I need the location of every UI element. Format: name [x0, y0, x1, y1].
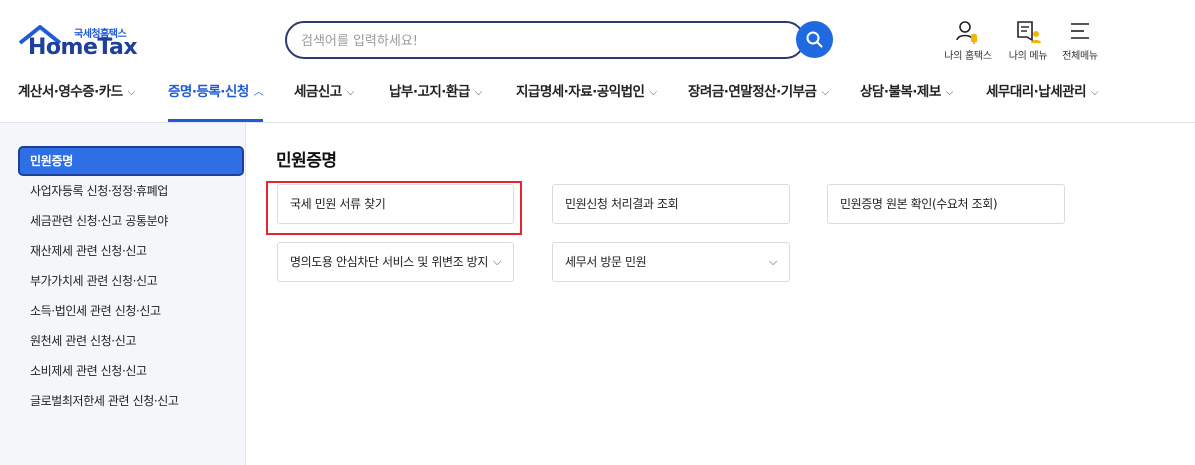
card-original-verify[interactable]: 민원증명 원본 확인(수요처 조회)	[827, 184, 1065, 224]
chevron-down-icon: ⌵	[346, 87, 355, 98]
card-label: 민원증명 원본 확인(수요처 조회)	[840, 197, 998, 211]
chevron-down-icon: ⌵	[945, 87, 954, 98]
full-menu-button[interactable]: 전체메뉴	[1050, 20, 1110, 62]
hometax-logo[interactable]: 국세청홈택스 HomeTax	[18, 23, 138, 63]
highlight-box	[266, 181, 522, 235]
card-label: 민원신청 처리결과 조회	[565, 197, 679, 211]
sidebar-item-vat[interactable]: 부가가치세 관련 신청·신고	[30, 272, 158, 289]
chevron-down-icon: ⌵	[127, 87, 136, 98]
gnb-label: 증명·등록·신청	[168, 84, 249, 100]
logo-title: HomeTax	[28, 35, 138, 60]
hamburger-menu-icon	[1071, 23, 1089, 39]
gnb-item-payment-statement[interactable]: 지급명세·자료·공익법인 ⌵	[516, 78, 657, 122]
card-label: 세무서 방문 민원	[565, 255, 647, 269]
card-result-inquiry[interactable]: 민원신청 처리결과 조회	[552, 184, 790, 224]
card-label: 명의도용 안심차단 서비스 및 위변조 방지	[290, 255, 488, 269]
sidebar-item-global-minimum[interactable]: 글로벌최저한세 관련 신청·신고	[30, 392, 179, 409]
chevron-down-icon: ⌵	[821, 87, 829, 98]
full-menu-label: 전체메뉴	[1062, 51, 1098, 62]
sidebar-item-withholding[interactable]: 원천세 관련 신청·신고	[30, 332, 136, 349]
my-menu-label: 나의 메뉴	[1008, 51, 1048, 62]
my-menu-icon	[1017, 21, 1041, 43]
chevron-down-icon: ⌵	[1091, 87, 1099, 98]
gnb-label: 세금신고	[294, 84, 342, 100]
gnb-item-consult[interactable]: 상담·불복·제보 ⌵	[860, 78, 953, 122]
sidebar-item-property-tax[interactable]: 재산제세 관련 신청·신고	[30, 242, 147, 259]
gnb-item-tax-agent[interactable]: 세무대리·납세관리 ⌵	[986, 78, 1099, 122]
my-hometax-icon	[956, 21, 977, 44]
search-input[interactable]	[301, 31, 781, 51]
search-button[interactable]	[796, 21, 833, 58]
page-title: 민원증명	[276, 151, 337, 171]
my-hometax-label: 나의 홈택스	[944, 51, 992, 62]
global-nav: 계산서·영수증·카드 ⌵ 증명·등록·신청 ︿ 세금신고 ⌵ 납부·고지·환급 ⌵ 지급…	[0, 78, 1195, 122]
sidebar-item-consumption[interactable]: 소비제세 관련 신청·신고	[30, 362, 147, 379]
gnb-item-payment[interactable]: 납부·고지·환급 ⌵	[389, 78, 482, 122]
gnb-label: 상담·불복·제보	[860, 84, 941, 100]
gnb-label: 세무대리·납세관리	[986, 84, 1087, 100]
sidebar-item-income-corporate[interactable]: 소득·법인세 관련 신청·신고	[30, 302, 161, 319]
chevron-down-icon: ⌵	[769, 255, 777, 268]
sidebar-item-civil-certificate[interactable]: 민원증명	[18, 146, 244, 176]
chevron-down-icon: ⌵	[493, 255, 501, 268]
gnb-item-tax-filing[interactable]: 세금신고 ⌵	[294, 78, 354, 122]
sidebar-item-business-registration[interactable]: 사업자등록 신청·정정·휴폐업	[30, 182, 168, 199]
gnb-item-invoice[interactable]: 계산서·영수증·카드 ⌵	[18, 78, 135, 122]
card-identity-protection[interactable]: 명의도용 안심차단 서비스 및 위변조 방지 ⌵	[277, 242, 514, 282]
my-hometax-button[interactable]: 나의 홈택스	[938, 20, 998, 62]
sidebar-item-common[interactable]: 세금관련 신청·신고 공통분야	[30, 212, 168, 229]
chevron-down-icon: ⌵	[649, 87, 657, 98]
sidebar: 민원증명 사업자등록 신청·정정·휴폐업 세금관련 신청·신고 공통분야 재산제…	[0, 123, 246, 465]
gnb-item-incentive[interactable]: 장려금·연말정산·기부금 ⌵	[688, 78, 829, 122]
chevron-down-icon: ⌵	[474, 87, 483, 98]
search-icon	[806, 31, 823, 48]
my-menu-button[interactable]: 나의 메뉴	[998, 20, 1058, 62]
search-box	[285, 21, 805, 59]
gnb-label: 장려금·연말정산·기부금	[688, 84, 817, 100]
gnb-label: 납부·고지·환급	[389, 84, 470, 100]
search-bar	[285, 21, 833, 59]
header: 국세청홈택스 HomeTax 나의 홈택스 나의 메	[0, 0, 1195, 123]
gnb-label: 지급명세·자료·공익법인	[516, 84, 645, 100]
card-tax-office-visit[interactable]: 세무서 방문 민원 ⌵	[552, 242, 790, 282]
gnb-item-certificate[interactable]: 증명·등록·신청 ︿	[168, 78, 264, 122]
chevron-up-icon: ︿	[253, 87, 264, 98]
gnb-label: 계산서·영수증·카드	[18, 84, 123, 100]
